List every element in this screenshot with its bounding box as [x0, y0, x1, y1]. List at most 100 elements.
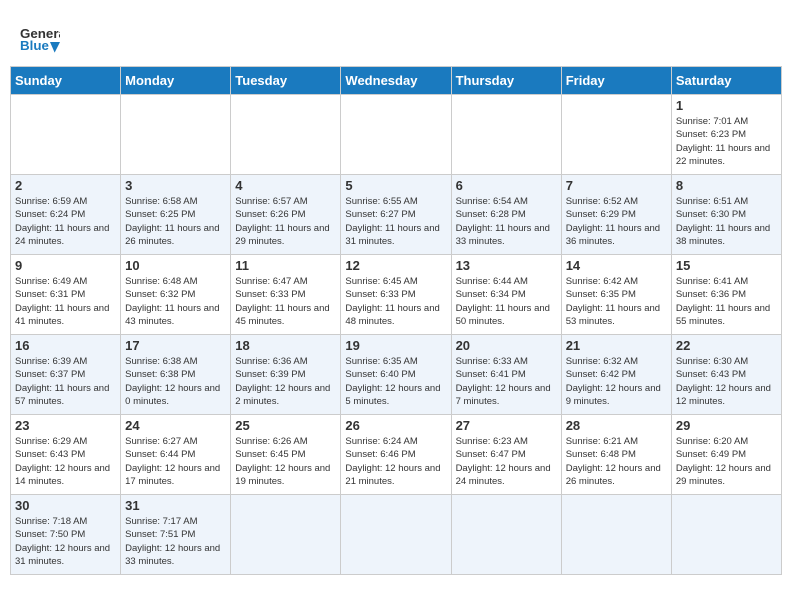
day-info: Sunrise: 6:41 AM Sunset: 6:36 PM Dayligh… — [676, 275, 777, 328]
day-number: 13 — [456, 258, 557, 273]
day-number: 27 — [456, 418, 557, 433]
day-info: Sunrise: 6:58 AM Sunset: 6:25 PM Dayligh… — [125, 195, 226, 248]
day-cell — [341, 495, 451, 575]
day-header-friday: Friday — [561, 67, 671, 95]
svg-text:Blue: Blue — [20, 38, 49, 53]
day-info: Sunrise: 6:54 AM Sunset: 6:28 PM Dayligh… — [456, 195, 557, 248]
day-info: Sunrise: 6:20 AM Sunset: 6:49 PM Dayligh… — [676, 435, 777, 488]
day-cell — [561, 95, 671, 175]
day-info: Sunrise: 6:30 AM Sunset: 6:43 PM Dayligh… — [676, 355, 777, 408]
day-cell: 17Sunrise: 6:38 AM Sunset: 6:38 PM Dayli… — [121, 335, 231, 415]
day-info: Sunrise: 6:24 AM Sunset: 6:46 PM Dayligh… — [345, 435, 446, 488]
day-header-tuesday: Tuesday — [231, 67, 341, 95]
day-info: Sunrise: 6:27 AM Sunset: 6:44 PM Dayligh… — [125, 435, 226, 488]
week-row-3: 16 Sunrise: 6:39 AM Sunset: 6:37 PM Dayli… — [11, 335, 782, 415]
day-cell — [231, 95, 341, 175]
day-cell: 29Sunrise: 6:20 AM Sunset: 6:49 PM Dayli… — [671, 415, 781, 495]
day-cell: 6 Sunrise: 6:54 AM Sunset: 6:28 PM Daylig… — [451, 175, 561, 255]
day-info: Sunrise: 6:47 AM Sunset: 6:33 PM Dayligh… — [235, 275, 336, 328]
day-info: Sunrise: 6:44 AM Sunset: 6:34 PM Dayligh… — [456, 275, 557, 328]
day-number: 30 — [15, 498, 116, 513]
day-cell — [561, 495, 671, 575]
header: General Blue — [10, 10, 782, 66]
day-number: 6 — [456, 178, 557, 193]
generalblue-logo-icon: General Blue — [20, 20, 60, 60]
day-cell — [671, 495, 781, 575]
day-info: Sunrise: 6:36 AM Sunset: 6:39 PM Dayligh… — [235, 355, 336, 408]
day-info: Sunrise: 6:59 AM Sunset: 6:24 PM Dayligh… — [15, 195, 116, 248]
day-number: 4 — [235, 178, 336, 193]
day-number: 16 — [15, 338, 116, 353]
day-header-thursday: Thursday — [451, 67, 561, 95]
day-number: 25 — [235, 418, 336, 433]
day-info: Sunrise: 6:51 AM Sunset: 6:30 PM Dayligh… — [676, 195, 777, 248]
day-info: Sunrise: 6:26 AM Sunset: 6:45 PM Dayligh… — [235, 435, 336, 488]
day-cell — [11, 95, 121, 175]
day-info: Sunrise: 7:01 AM Sunset: 6:23 PM Dayligh… — [676, 115, 777, 168]
day-cell: 12 Sunrise: 6:45 AM Sunset: 6:33 PM Dayli… — [341, 255, 451, 335]
day-cell: 7 Sunrise: 6:52 AM Sunset: 6:29 PM Daylig… — [561, 175, 671, 255]
day-number: 3 — [125, 178, 226, 193]
day-number: 20 — [456, 338, 557, 353]
day-info: Sunrise: 6:42 AM Sunset: 6:35 PM Dayligh… — [566, 275, 667, 328]
day-cell: 5 Sunrise: 6:55 AM Sunset: 6:27 PM Daylig… — [341, 175, 451, 255]
day-cell: 3 Sunrise: 6:58 AM Sunset: 6:25 PM Daylig… — [121, 175, 231, 255]
day-cell: 19 Sunrise: 6:35 AM Sunset: 6:40 PM Dayli… — [341, 335, 451, 415]
day-cell: 14 Sunrise: 6:42 AM Sunset: 6:35 PM Dayli… — [561, 255, 671, 335]
day-number: 14 — [566, 258, 667, 273]
day-info: Sunrise: 6:35 AM Sunset: 6:40 PM Dayligh… — [345, 355, 446, 408]
day-number: 15 — [676, 258, 777, 273]
day-cell — [341, 95, 451, 175]
day-header-sunday: Sunday — [11, 67, 121, 95]
day-cell: 27 Sunrise: 6:23 AM Sunset: 6:47 PM Dayli… — [451, 415, 561, 495]
day-number: 21 — [566, 338, 667, 353]
day-cell: 22 Sunrise: 6:30 AM Sunset: 6:43 PM Dayli… — [671, 335, 781, 415]
day-cell: 15 Sunrise: 6:41 AM Sunset: 6:36 PM Dayli… — [671, 255, 781, 335]
day-cell: 25 Sunrise: 6:26 AM Sunset: 6:45 PM Dayli… — [231, 415, 341, 495]
day-number: 2 — [15, 178, 116, 193]
day-cell: 10Sunrise: 6:48 AM Sunset: 6:32 PM Dayli… — [121, 255, 231, 335]
day-cell: 13 Sunrise: 6:44 AM Sunset: 6:34 PM Dayli… — [451, 255, 561, 335]
day-number: 11 — [235, 258, 336, 273]
day-info: Sunrise: 7:18 AM Sunset: 7:50 PM Dayligh… — [15, 515, 116, 568]
day-info: Sunrise: 6:23 AM Sunset: 6:47 PM Dayligh… — [456, 435, 557, 488]
day-cell — [121, 95, 231, 175]
day-cell: 30 Sunrise: 7:18 AM Sunset: 7:50 PM Dayli… — [11, 495, 121, 575]
day-number: 19 — [345, 338, 446, 353]
day-cell: 11 Sunrise: 6:47 AM Sunset: 6:33 PM Dayli… — [231, 255, 341, 335]
day-number: 9 — [15, 258, 116, 273]
day-info: Sunrise: 7:17 AM Sunset: 7:51 PM Dayligh… — [125, 515, 226, 568]
week-row-5: 30 Sunrise: 7:18 AM Sunset: 7:50 PM Dayli… — [11, 495, 782, 575]
day-cell: 24 Sunrise: 6:27 AM Sunset: 6:44 PM Dayli… — [121, 415, 231, 495]
day-number: 7 — [566, 178, 667, 193]
week-row-0: 1 Sunrise: 7:01 AM Sunset: 6:23 PM Daylig… — [11, 95, 782, 175]
day-number: 12 — [345, 258, 446, 273]
day-number: 23 — [15, 418, 116, 433]
day-info: Sunrise: 6:49 AM Sunset: 6:31 PM Dayligh… — [15, 275, 116, 328]
day-cell: 9 Sunrise: 6:49 AM Sunset: 6:31 PM Daylig… — [11, 255, 121, 335]
day-number: 22 — [676, 338, 777, 353]
calendar-table: SundayMondayTuesdayWednesdayThursdayFrid… — [10, 66, 782, 575]
day-info: Sunrise: 6:48 AM Sunset: 6:32 PM Dayligh… — [125, 275, 226, 328]
day-cell: 2 Sunrise: 6:59 AM Sunset: 6:24 PM Daylig… — [11, 175, 121, 255]
day-info: Sunrise: 6:45 AM Sunset: 6:33 PM Dayligh… — [345, 275, 446, 328]
day-number: 1 — [676, 98, 777, 113]
day-cell: 1 Sunrise: 7:01 AM Sunset: 6:23 PM Daylig… — [671, 95, 781, 175]
days-header-row: SundayMondayTuesdayWednesdayThursdayFrid… — [11, 67, 782, 95]
day-header-saturday: Saturday — [671, 67, 781, 95]
day-info: Sunrise: 6:33 AM Sunset: 6:41 PM Dayligh… — [456, 355, 557, 408]
day-info: Sunrise: 6:55 AM Sunset: 6:27 PM Dayligh… — [345, 195, 446, 248]
day-number: 18 — [235, 338, 336, 353]
day-info: Sunrise: 6:52 AM Sunset: 6:29 PM Dayligh… — [566, 195, 667, 248]
day-info: Sunrise: 6:39 AM Sunset: 6:37 PM Dayligh… — [15, 355, 116, 408]
day-cell: 21Sunrise: 6:32 AM Sunset: 6:42 PM Dayli… — [561, 335, 671, 415]
day-info: Sunrise: 6:29 AM Sunset: 6:43 PM Dayligh… — [15, 435, 116, 488]
day-cell — [231, 495, 341, 575]
day-number: 8 — [676, 178, 777, 193]
day-cell: 23 Sunrise: 6:29 AM Sunset: 6:43 PM Dayli… — [11, 415, 121, 495]
day-cell: 26Sunrise: 6:24 AM Sunset: 6:46 PM Dayli… — [341, 415, 451, 495]
day-header-monday: Monday — [121, 67, 231, 95]
day-cell: 4Sunrise: 6:57 AM Sunset: 6:26 PM Daylig… — [231, 175, 341, 255]
day-number: 5 — [345, 178, 446, 193]
day-number: 24 — [125, 418, 226, 433]
